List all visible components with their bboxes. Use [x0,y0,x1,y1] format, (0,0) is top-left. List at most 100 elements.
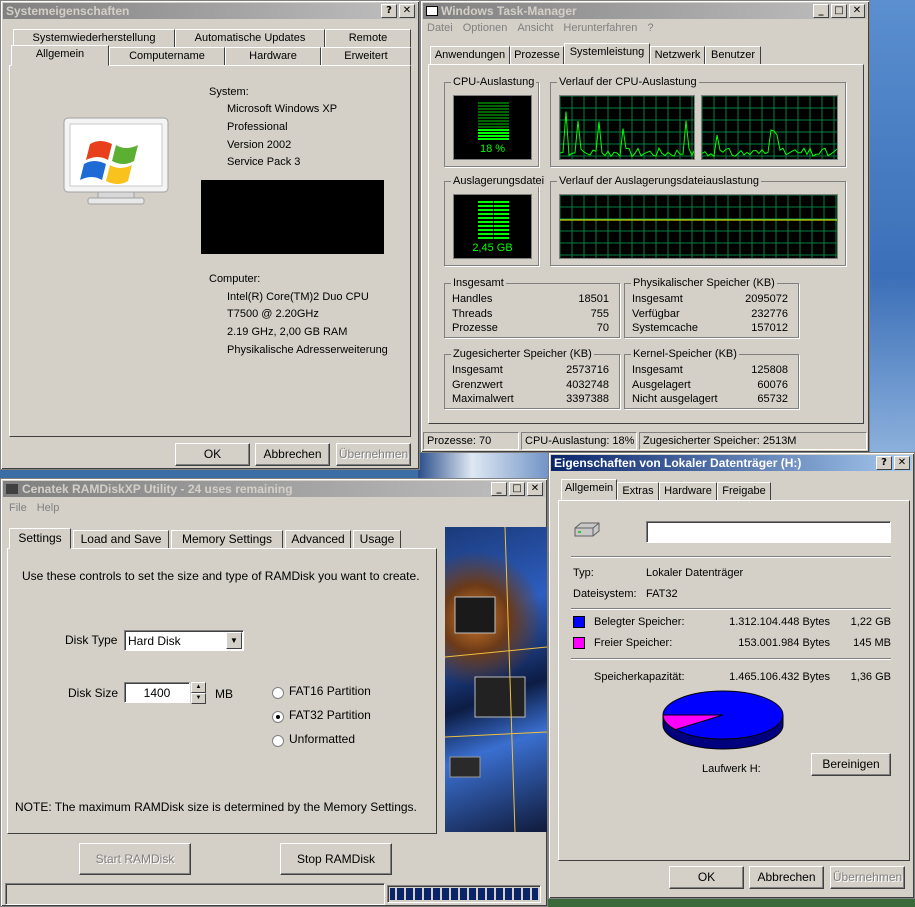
pagefile-meter: 2,45 GB [453,194,532,259]
os-version: Version 2002 [227,139,292,151]
status-cpu: CPU-Auslastung: 18% [521,432,637,450]
unformatted-radio[interactable] [272,735,284,747]
tab-allgemein[interactable]: Allgemein [11,45,109,66]
tab-memory-settings[interactable]: Memory Settings [171,530,283,549]
status-bar [5,883,385,905]
menu-ansicht[interactable]: Ansicht [517,22,553,34]
spin-up-icon[interactable]: ▲ [191,682,206,693]
apply-button[interactable]: Übernehmen [336,443,411,466]
unformatted-label[interactable]: Unformatted [289,732,355,746]
fat16-label[interactable]: FAT16 Partition [289,684,371,698]
cpu-meter-segment [478,102,509,104]
note-text: NOTE: The maximum RAMDisk size is determ… [15,800,417,814]
ok-button[interactable]: OK [669,866,744,889]
apply-button[interactable]: Übernehmen [830,866,905,889]
progress-bar [387,885,541,903]
title-bar[interactable]: Cenatek RAMDiskXP Utility - 24 uses rema… [3,481,545,497]
cpu-meter-segment [478,114,509,116]
tab-settings[interactable]: Settings [9,528,71,549]
os-edition: Professional [227,121,288,133]
tab-allgemein[interactable]: Allgemein [561,479,617,500]
help-button[interactable]: ? [876,456,892,470]
filesystem-value: FAT32 [646,588,678,600]
disk-size-spinner[interactable]: ▲ ▼ [191,682,206,704]
cancel-button[interactable]: Abbrechen [749,866,824,889]
close-button[interactable]: ✕ [527,482,543,496]
cancel-button[interactable]: Abbrechen [255,443,330,466]
menu-bar: Datei Optionen Ansicht Herunterfahren ? [427,22,654,34]
usage-pie-chart [661,687,787,760]
cpu-meter-segment [478,105,509,107]
tab-erweitert[interactable]: Erweitert [321,47,411,66]
window-title: Cenatek RAMDiskXP Utility - 24 uses rema… [22,482,293,496]
used-color-swatch [573,616,585,628]
menu-help[interactable]: Help [37,502,60,514]
disk-type-select[interactable]: Hard Disk ▼ [124,630,244,651]
drive-label: Laufwerk H: [702,763,761,775]
cpu-usage-group: CPU-Auslastung 18 % [444,76,539,167]
stop-ramdisk-button[interactable]: Stop RAMDisk [280,843,392,875]
fat32-label[interactable]: FAT32 Partition [289,708,371,722]
totals-group: Insgesamt Handles 18501 Threads 755 Prozes… [444,277,620,338]
menu-datei[interactable]: Datei [427,22,453,34]
tab-advanced[interactable]: Advanced [285,530,351,549]
general-panel: Typ: Lokaler Datenträger Dateisystem: FA… [558,500,910,861]
menu-herunterfahren[interactable]: Herunterfahren [563,22,637,34]
close-button[interactable]: ✕ [399,4,415,18]
tab-prozesse[interactable]: Prozesse [510,46,564,65]
divider [571,658,891,660]
cleanup-button[interactable]: Bereinigen [811,753,891,776]
tab-extras[interactable]: Extras [617,482,659,501]
tab-anwendungen[interactable]: Anwendungen [430,46,510,65]
menu-file[interactable]: File [9,502,27,514]
ok-button[interactable]: OK [175,443,250,466]
tab-hardware[interactable]: Hardware [659,482,717,501]
menu-optionen[interactable]: Optionen [463,22,508,34]
window-title: Windows Task-Manager [441,4,577,18]
filesystem-label: Dateisystem: [573,588,637,600]
volume-name-input[interactable] [646,521,891,543]
maximize-button[interactable]: □ [831,4,847,18]
processes-value: 70 [596,322,609,334]
title-bar[interactable]: Systemeigenschaften ? ✕ [3,3,417,19]
start-ramdisk-button[interactable]: Start RAMDisk [79,843,191,875]
tab-remote[interactable]: Remote [325,29,411,48]
maximize-button[interactable]: □ [509,482,525,496]
help-button[interactable]: ? [381,4,397,18]
tab-load-and-save[interactable]: Load and Save [73,530,169,549]
spin-down-icon[interactable]: ▼ [191,693,206,704]
title-bar[interactable]: Eigenschaften von Lokaler Datenträger (H… [551,455,912,471]
cpu-line-1: Intel(R) Core(TM)2 Duo CPU [227,291,369,303]
chevron-down-icon[interactable]: ▼ [226,632,242,649]
cpu-usage-value: 18 % [479,143,506,155]
hard-drive-icon [573,521,601,542]
close-button[interactable]: ✕ [849,4,865,18]
tab-freigabe[interactable]: Freigabe [717,482,771,501]
tab-benutzer[interactable]: Benutzer [705,46,761,65]
cpu-meter-segment [478,126,509,128]
physical-memory-group: Physikalischer Speicher (KB) Insgesamt 20… [624,277,799,338]
tab-netzwerk[interactable]: Netzwerk [650,46,705,65]
fat16-radio[interactable] [272,687,284,699]
desktop-background [418,452,553,478]
title-bar[interactable]: Windows Task-Manager _ □ ✕ [423,3,867,19]
tab-hardware[interactable]: Hardware [225,47,321,66]
taskmgr-icon [426,6,438,16]
tab-computername[interactable]: Computername [109,47,225,66]
threads-label: Threads [452,308,493,320]
tab-automatische-updates[interactable]: Automatische Updates [175,29,325,48]
kernel-memory-group: Kernel-Speicher (KB) Insgesamt 125808 Aus… [624,348,799,409]
disk-size-input[interactable]: 1400 [124,682,190,703]
tab-systemleistung[interactable]: Systemleistung [564,43,650,64]
menu-help[interactable]: ? [647,22,653,34]
minimize-button[interactable]: _ [813,4,829,18]
fat32-radio[interactable] [272,711,284,723]
disk-type-label: Disk Type [65,633,118,647]
computer-label: Computer: [209,273,261,285]
minimize-button[interactable]: _ [491,482,507,496]
pae-label: Physikalische Adresserweiterung [227,344,388,356]
tab-usage[interactable]: Usage [353,530,401,549]
used-label: Belegter Speicher: [594,616,685,628]
close-button[interactable]: ✕ [894,456,910,470]
cpu-meter-segment [478,129,509,131]
